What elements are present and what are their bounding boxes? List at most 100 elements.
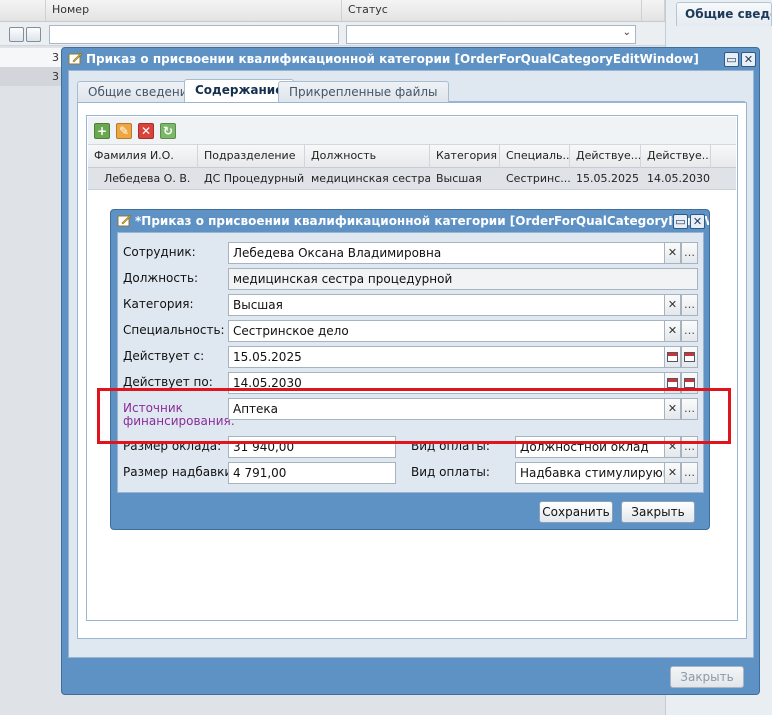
tab-label: Общие сведения (88, 85, 195, 99)
calendar-arrow-icon[interactable] (26, 27, 41, 42)
bg-number-filter-input[interactable] (49, 25, 339, 44)
grid-header-department[interactable]: Подразделение (198, 145, 305, 168)
employee-clear-button[interactable]: ✕ (664, 242, 681, 264)
cell-valid-to: 14.05.2030 (647, 172, 710, 185)
grid-header-valid-from[interactable]: Действуе... (570, 145, 641, 168)
bg-column-header-blank (0, 0, 46, 22)
grid-header-category[interactable]: Категория (430, 145, 500, 168)
payment-type-1-clear-button[interactable]: ✕ (664, 436, 681, 458)
category-select-button[interactable]: … (681, 294, 698, 316)
grid-header-specialty[interactable]: Специаль... (500, 145, 570, 168)
funding-field[interactable]: Аптека (228, 398, 665, 420)
calendar-icon (667, 378, 678, 388)
save-button[interactable]: Сохранить (539, 501, 613, 523)
valid-from-calendar-arrow-button[interactable] (681, 346, 698, 368)
tab-attached-files[interactable]: Прикрепленные файлы (278, 81, 449, 102)
header-label: Действуе... (647, 149, 711, 162)
ellipsis-icon: … (684, 402, 695, 415)
employee-label: Сотрудник: (123, 245, 196, 259)
payment-type-1-field[interactable]: Должностной оклад (515, 436, 665, 458)
outer-close-button[interactable]: Закрыть (670, 666, 744, 688)
maximize-button[interactable]: ▭ (673, 214, 688, 229)
bonus-field[interactable]: 4 791,00 (228, 462, 396, 484)
funding-clear-button[interactable]: ✕ (664, 398, 681, 420)
ellipsis-icon: … (684, 466, 695, 479)
cell-valid-from: 15.05.2025 (576, 172, 639, 185)
bg-column-label: Номер (52, 3, 90, 16)
valid-to-calendar-arrow-button[interactable] (681, 372, 698, 394)
bg-tab-general-info[interactable]: Общие сведения (676, 2, 772, 26)
bg-tab-label: Общие сведения (685, 7, 771, 21)
refresh-button[interactable]: ↻ (160, 123, 176, 139)
position-field[interactable]: медицинская сестра процедурной (228, 268, 698, 290)
employee-field[interactable]: Лебедева Оксана Владимировна (228, 242, 665, 264)
document-edit-icon (117, 214, 132, 227)
valid-from-date-input[interactable]: 15.05.2025 (228, 346, 665, 368)
funding-label-line2: финансирования: (123, 414, 235, 428)
chevron-down-icon: ⌄ (622, 27, 631, 38)
payment-type-1-select-button[interactable]: … (681, 436, 698, 458)
pencil-icon: ✎ (118, 124, 130, 138)
payment-type-2-field[interactable]: Надбавка стимулирующего характера (515, 462, 665, 484)
header-label: Категория (436, 149, 497, 162)
position-label: Должность: (123, 271, 199, 285)
category-field[interactable]: Высшая (228, 294, 665, 316)
outer-window-titlebar[interactable]: Приказ о присвоении квалификационной кат… (62, 48, 759, 70)
cell-department: ДС Процедурный... (204, 172, 305, 185)
valid-to-date-input[interactable]: 14.05.2030 (228, 372, 665, 394)
header-label: Специаль... (506, 149, 570, 162)
funding-label: Источник финансирования: (123, 402, 235, 428)
header-label: Фамилия И.О. (94, 149, 174, 162)
cell-position: медицинская сестра ... (311, 172, 430, 185)
valid-to-calendar-button[interactable] (664, 372, 681, 394)
bg-row-number: 3 (52, 51, 59, 64)
add-icon: + (96, 124, 108, 138)
specialty-clear-button[interactable]: ✕ (664, 320, 681, 342)
valid-from-calendar-button[interactable] (664, 346, 681, 368)
inner-window-titlebar[interactable]: *Приказ о присвоении квалификационной ка… (111, 210, 709, 232)
calendar-icon (667, 352, 678, 362)
document-edit-icon (68, 52, 83, 65)
bg-status-filter-select[interactable]: ⌄ (346, 25, 636, 44)
funding-select-button[interactable]: … (681, 398, 698, 420)
inner-window-title: *Приказ о присвоении квалификационной ка… (135, 214, 709, 228)
category-clear-button[interactable]: ✕ (664, 294, 681, 316)
specialty-select-button[interactable]: … (681, 320, 698, 342)
close-icon: ✕ (743, 53, 754, 66)
bg-column-header-number[interactable]: Номер (46, 0, 342, 22)
payment-type-2-label: Вид оплаты: (411, 465, 490, 479)
table-row[interactable]: Лебедева О. В. ДС Процедурный... медицин… (88, 168, 736, 190)
tab-label: Содержание (195, 83, 284, 97)
bg-row-number: 3 (52, 70, 59, 83)
ellipsis-icon: … (684, 440, 695, 453)
header-label: Должность (311, 149, 377, 162)
maximize-button[interactable]: ▭ (724, 52, 739, 67)
payment-type-1-label: Вид оплаты: (411, 439, 490, 453)
cell-category: Высшая (436, 172, 482, 185)
clear-icon: ✕ (667, 324, 678, 337)
add-button[interactable]: + (94, 123, 110, 139)
specialty-field[interactable]: Сестринское дело (228, 320, 665, 342)
specialty-label: Специальность: (123, 323, 225, 337)
bg-column-header-status[interactable]: Статус (342, 0, 642, 22)
clear-icon: ✕ (667, 402, 678, 415)
delete-button[interactable]: ✕ (138, 123, 154, 139)
close-window-button[interactable]: ✕ (741, 52, 756, 67)
close-window-button[interactable]: ✕ (690, 214, 705, 229)
edit-button[interactable]: ✎ (116, 123, 132, 139)
close-button[interactable]: Закрыть (621, 501, 695, 523)
grid-header-name[interactable]: Фамилия И.О. (88, 145, 198, 168)
payment-type-2-select-button[interactable]: … (681, 462, 698, 484)
salary-field[interactable]: 31 940,00 (228, 436, 396, 458)
valid-to-label: Действует по: (123, 375, 213, 389)
inner-item-window: *Приказ о присвоении квалификационной ка… (110, 209, 710, 530)
payment-type-2-clear-button[interactable]: ✕ (664, 462, 681, 484)
cell-name: Лебедева О. В. (104, 172, 191, 185)
grid-header-position[interactable]: Должность (305, 145, 430, 168)
header-label: Действуе... (576, 149, 641, 162)
ellipsis-icon: … (684, 324, 695, 337)
grid-header-valid-to[interactable]: Действуе... (641, 145, 711, 168)
calendar-icon[interactable] (9, 27, 24, 42)
employee-select-button[interactable]: … (681, 242, 698, 264)
tab-label: Прикрепленные файлы (289, 85, 438, 99)
